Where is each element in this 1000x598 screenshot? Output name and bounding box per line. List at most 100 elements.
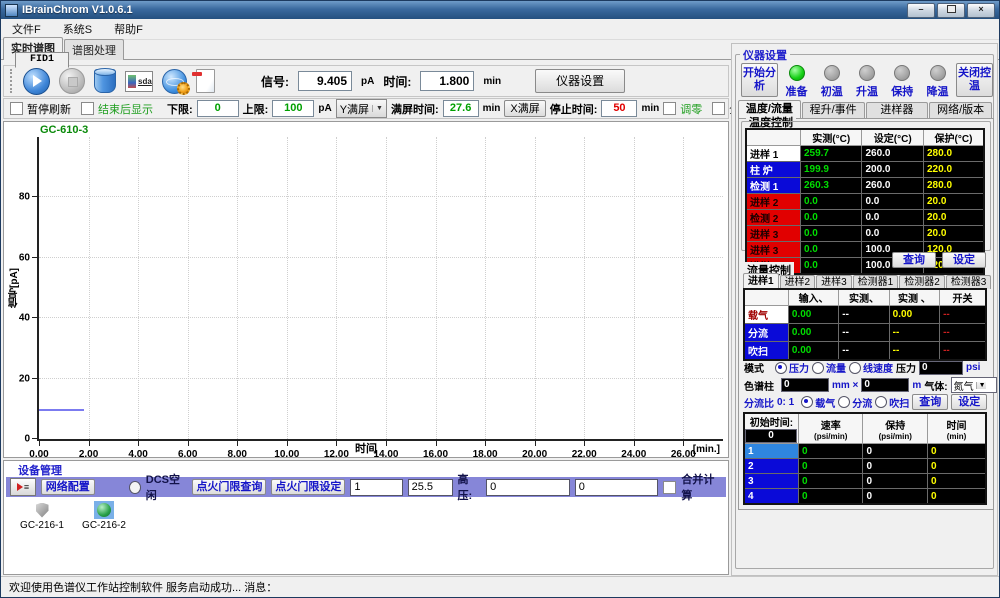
gas-dropdown[interactable]: 氮气▼	[951, 377, 997, 393]
temperature-table-row-label-3[interactable]: 进样 2	[746, 194, 800, 210]
temperature-table-cell-3-0[interactable]: 0.0	[800, 194, 862, 210]
flow-table-cell-2-3[interactable]: --	[940, 342, 986, 361]
pressure-program-table-row-label-1[interactable]: 2	[744, 459, 798, 474]
flow-query-button[interactable]: 查询	[912, 394, 948, 410]
pause-refresh-checkbox[interactable]	[10, 102, 23, 115]
lower-limit-input[interactable]: 0	[197, 100, 239, 117]
start-analysis-button[interactable]: 开始分析	[741, 63, 778, 97]
pressure-program-table-cell-1-1[interactable]: 0	[863, 459, 928, 474]
new-document-icon[interactable]	[196, 69, 215, 93]
close-button[interactable]: ×	[967, 3, 995, 18]
start-acquisition-icon[interactable]	[23, 68, 50, 95]
high-voltage2-input[interactable]: 0	[575, 479, 659, 496]
zero-adjust-checkbox[interactable]	[663, 102, 676, 115]
flow-table-cell-1-2[interactable]: --	[889, 324, 939, 342]
signal-channel-tab[interactable]: FID1	[15, 52, 69, 68]
pressure-program-table-cell-1-2[interactable]: 0	[928, 459, 987, 474]
flow-tab-5[interactable]: 检测器3	[946, 275, 992, 289]
settings-tab-2[interactable]: 进样器	[866, 102, 929, 118]
pressure-input[interactable]: 0	[919, 361, 963, 375]
temperature-table-cell-7-0[interactable]: 0.0	[800, 258, 862, 275]
ignition-value2-input[interactable]: 25.5	[408, 479, 453, 496]
x-fullscale-button[interactable]: X满屏	[504, 100, 545, 117]
mode-radio-1[interactable]: 流量	[812, 360, 846, 375]
flow-table-cell-0-2[interactable]: 0.00	[889, 306, 939, 324]
menu-item-0[interactable]: 文件F	[1, 19, 52, 39]
stop-acquisition-icon[interactable]	[59, 68, 85, 94]
merge-calc-checkbox[interactable]	[663, 481, 676, 494]
temperature-table-cell-3-1[interactable]: 0.0	[862, 194, 924, 210]
temperature-table-cell-4-0[interactable]: 0.0	[800, 210, 862, 226]
device-item-GC-216-2[interactable]: GC-216-2	[74, 501, 134, 531]
temperature-table-cell-6-0[interactable]: 0.0	[800, 242, 862, 258]
temperature-table-cell-5-1[interactable]: 0.0	[862, 226, 924, 242]
upper-limit-input[interactable]: 100	[272, 100, 314, 117]
temperature-table-cell-4-2[interactable]: 20.0	[923, 210, 984, 226]
chromatogram-chart[interactable]: GC-610-3 信号[pA] 0.002.004.006.008.0010.0…	[3, 121, 729, 458]
menu-item-1[interactable]: 系统S	[52, 19, 103, 39]
pressure-program-table-cell-3-2[interactable]: 0	[928, 489, 987, 505]
temperature-table-cell-5-0[interactable]: 0.0	[800, 226, 862, 242]
show-after-end-checkbox[interactable]	[81, 102, 94, 115]
flow-set-button[interactable]: 设定	[951, 394, 987, 410]
pressure-program-table-cell-2-2[interactable]: 0	[928, 474, 987, 489]
time-value[interactable]: 1.800	[420, 71, 474, 91]
temperature-table-row-label-2[interactable]: 检测 1	[746, 178, 800, 194]
flow-tab-0[interactable]: 进样1	[743, 273, 779, 289]
device-list-button[interactable]: ≡	[10, 478, 36, 496]
pressure-program-table-cell-3-1[interactable]: 0	[863, 489, 928, 505]
temperature-table-cell-4-1[interactable]: 0.0	[862, 210, 924, 226]
show-all-checkbox[interactable]	[712, 102, 725, 115]
restore-button[interactable]	[937, 3, 965, 18]
temperature-table-cell-0-0[interactable]: 259.7	[800, 146, 862, 162]
flow-table-row-label-0[interactable]: 载气	[744, 306, 788, 324]
high-voltage1-input[interactable]: 0	[486, 479, 570, 496]
pressure-program-table-cell-3-0[interactable]: 0	[798, 489, 863, 505]
temperature-table-row-label-4[interactable]: 检测 2	[746, 210, 800, 226]
flow-table-cell-2-2[interactable]: --	[889, 342, 939, 361]
split-radio-0[interactable]: 载气	[801, 395, 835, 410]
settings-tab-1[interactable]: 程升/事件	[802, 102, 865, 118]
instrument-settings-button[interactable]: 仪器设置	[535, 69, 625, 93]
flow-tab-4[interactable]: 检测器2	[899, 275, 945, 289]
dcs-idle-radio[interactable]	[129, 481, 141, 494]
flow-table-cell-2-1[interactable]: --	[839, 342, 889, 361]
column-id-input[interactable]: 0	[861, 378, 909, 392]
temperature-table-cell-0-1[interactable]: 260.0	[862, 146, 924, 162]
flow-tab-2[interactable]: 进样3	[816, 275, 852, 289]
flow-table-row-label-1[interactable]: 分流	[744, 324, 788, 342]
minimize-button[interactable]: –	[907, 3, 935, 18]
y-fullscale-dropdown[interactable]: Y满屏▼	[336, 99, 387, 118]
temperature-table-row-label-1[interactable]: 柱 炉	[746, 162, 800, 178]
flow-table-cell-0-3[interactable]: --	[940, 306, 986, 324]
main-tab-1[interactable]: 谱图处理	[64, 39, 124, 60]
mode-radio-0[interactable]: 压力	[775, 360, 809, 375]
pressure-program-table-cell-2-1[interactable]: 0	[863, 474, 928, 489]
temperature-table-cell-1-2[interactable]: 220.0	[923, 162, 984, 178]
temperature-table-cell-1-1[interactable]: 200.0	[862, 162, 924, 178]
flow-table-cell-1-3[interactable]: --	[940, 324, 986, 342]
plot-area[interactable]: 0.002.004.006.008.0010.0012.0014.0016.00…	[37, 137, 723, 441]
flow-tab-1[interactable]: 进样2	[780, 275, 816, 289]
temperature-table-cell-2-2[interactable]: 280.0	[923, 178, 984, 194]
pressure-program-table-cell-0-2[interactable]: 0	[928, 444, 987, 459]
column-length-input[interactable]: 0	[781, 378, 829, 392]
toolbar-gripper[interactable]	[10, 69, 14, 93]
settings-tab-3[interactable]: 网络/版本	[929, 102, 992, 118]
flow-table-cell-1-0[interactable]: 0.00	[788, 324, 838, 342]
temperature-table-row-label-5[interactable]: 进样 3	[746, 226, 800, 242]
flow-table-cell-1-1[interactable]: --	[839, 324, 889, 342]
temp-set-button[interactable]: 设定	[942, 252, 986, 268]
device-item-GC-216-1[interactable]: GC-216-1	[12, 501, 72, 531]
temperature-table-cell-2-1[interactable]: 260.0	[862, 178, 924, 194]
split-radio-2[interactable]: 吹扫	[875, 395, 909, 410]
pressure-program-table-cell-2-0[interactable]: 0	[798, 474, 863, 489]
menu-item-2[interactable]: 帮助F	[103, 19, 154, 39]
temperature-table-cell-5-2[interactable]: 20.0	[923, 226, 984, 242]
temperature-table-cell-0-2[interactable]: 280.0	[923, 146, 984, 162]
network-globe-icon[interactable]	[162, 69, 187, 94]
flow-tab-3[interactable]: 检测器1	[853, 275, 899, 289]
close-temp-control-button[interactable]: 关闭控温	[956, 63, 993, 97]
pressure-program-table-cell-0-0[interactable]: 0	[798, 444, 863, 459]
ignition-value1-input[interactable]: 1	[350, 479, 402, 496]
